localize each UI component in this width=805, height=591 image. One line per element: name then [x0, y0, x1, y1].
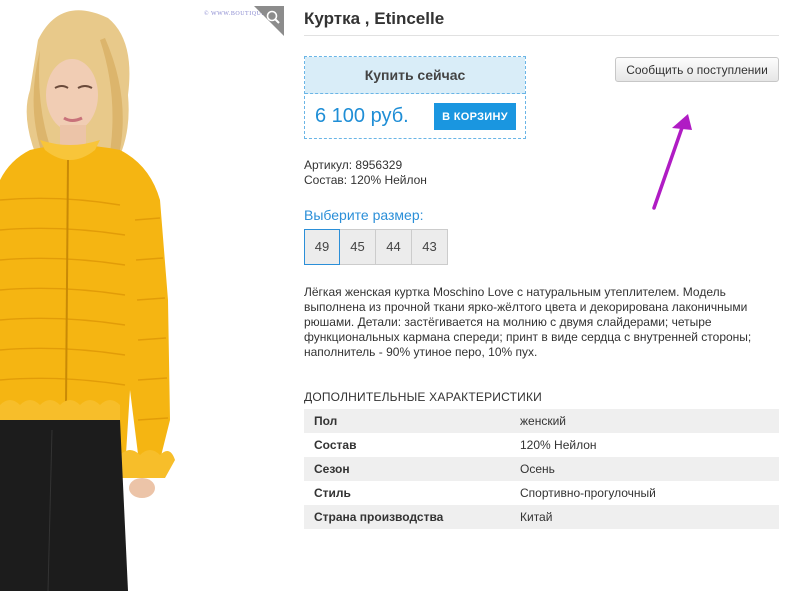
- size-option[interactable]: 44: [376, 229, 412, 265]
- table-row: Стиль Спортивно-прогулочный: [304, 481, 779, 505]
- spec-key: Страна производства: [304, 505, 510, 529]
- spec-value: Осень: [510, 457, 779, 481]
- spec-key: Сезон: [304, 457, 510, 481]
- size-selector: 49 45 44 43: [304, 229, 448, 265]
- table-row: Состав 120% Нейлон: [304, 433, 779, 457]
- product-price: 6 100 руб.: [315, 105, 409, 127]
- spec-value: женский: [510, 409, 779, 433]
- size-option[interactable]: 45: [340, 229, 376, 265]
- buy-now-heading: Купить сейчас: [305, 57, 525, 94]
- size-option[interactable]: 49: [304, 229, 340, 265]
- model-illustration: [0, 10, 175, 591]
- spec-value: Китай: [510, 505, 779, 529]
- product-meta: Артикул: 8956329 Состав: 120% Нейлон: [304, 158, 427, 188]
- choose-size-label: Выберите размер:: [304, 207, 424, 223]
- magnifier-icon[interactable]: [254, 6, 284, 36]
- spec-value: 120% Нейлон: [520, 438, 597, 452]
- notify-button[interactable]: Сообщить о поступлении: [615, 57, 779, 82]
- title-divider: [304, 35, 779, 36]
- table-row: Пол женский: [304, 409, 779, 433]
- buy-box: Купить сейчас 6 100 руб. В КОРЗИНУ: [304, 56, 526, 139]
- spec-key: Пол: [304, 409, 510, 433]
- annotation-arrow-icon: [652, 114, 692, 210]
- size-option[interactable]: 43: [412, 229, 448, 265]
- add-to-cart-button[interactable]: В КОРЗИНУ: [434, 103, 516, 130]
- specs-table: Пол женский Состав 120% Нейлон Сезон Осе…: [304, 409, 779, 529]
- table-row: Страна производства Китай: [304, 505, 779, 529]
- product-description: Лёгкая женская куртка Moschino Love с на…: [304, 285, 752, 359]
- product-title: Куртка , Etincelle: [304, 9, 445, 28]
- table-row: Сезон Осень: [304, 457, 779, 481]
- spec-key: Состав: [314, 438, 357, 452]
- spec-value: Спортивно-прогулочный: [520, 486, 656, 500]
- spec-key: Стиль: [314, 486, 351, 500]
- article-number: Артикул: 8956329: [304, 158, 403, 172]
- specs-heading: ДОПОЛНИТЕЛЬНЫЕ ХАРАКТЕРИСТИКИ: [304, 390, 542, 404]
- product-image[interactable]: © WWW.BOUTIQUE: [0, 0, 285, 591]
- composition: Состав: 120% Нейлон: [304, 173, 427, 187]
